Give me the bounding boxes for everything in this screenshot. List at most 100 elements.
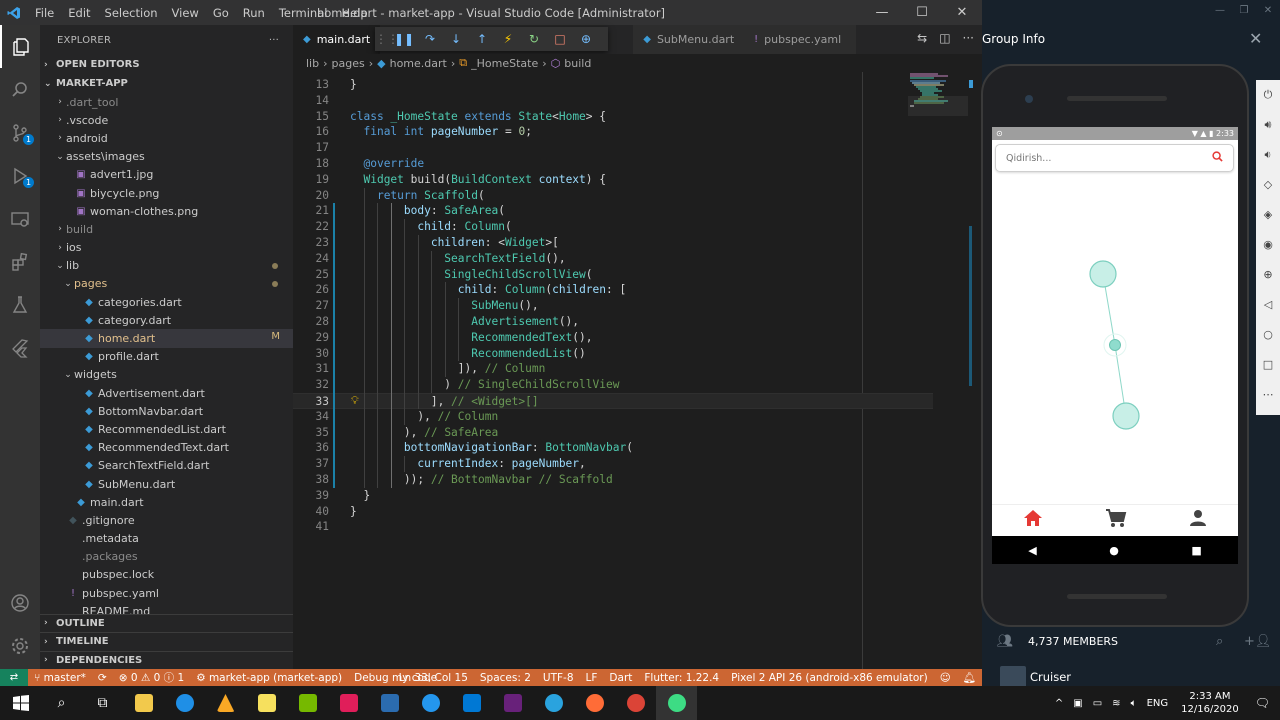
tree-file[interactable]: ◆ RecommendedText.dart xyxy=(40,439,293,457)
menu-file[interactable]: File xyxy=(28,6,61,20)
maximize-icon[interactable]: ☐ xyxy=(902,0,942,25)
remote-explorer-icon[interactable] xyxy=(0,197,40,240)
cursor-position[interactable]: Ln 33, Col 15 xyxy=(393,672,474,684)
tray-app-icon[interactable]: ▣ xyxy=(1068,698,1087,709)
task-view-icon[interactable]: ⧉ xyxy=(82,686,123,720)
tab-submenu-dart[interactable]: ◆ SubMenu.dart xyxy=(633,25,745,54)
tree-file[interactable]: ◆ SubMenu.dart xyxy=(40,475,293,493)
warning-app-icon[interactable] xyxy=(205,686,246,720)
menu-help[interactable]: Help xyxy=(334,6,374,20)
sync-icon[interactable]: ⟳ xyxy=(92,672,113,684)
device-selector[interactable]: Pixel 2 API 26 (android-x86 emulator) xyxy=(725,672,934,684)
search-icon[interactable]: ⌕ xyxy=(1216,634,1223,649)
tree-folder[interactable]: › .dart_tool xyxy=(40,93,293,111)
tree-file[interactable]: ◆ profile.dart xyxy=(40,348,293,366)
project-section[interactable]: ⌄ MARKET-APP xyxy=(40,74,293,93)
tab-pubspec-yaml[interactable]: ! pubspec.yaml xyxy=(744,25,857,54)
indentation[interactable]: Spaces: 2 xyxy=(474,672,537,684)
tree-file[interactable]: ▣ biycycle.png xyxy=(40,184,293,202)
breadcrumb-item[interactable]: pages xyxy=(332,57,365,70)
back-triangle-icon[interactable]: ◀ xyxy=(1028,544,1036,557)
step-out-icon[interactable]: ↑ xyxy=(469,32,495,46)
tree-folder[interactable]: ⌄ lib xyxy=(40,257,293,275)
windows-start-icon[interactable] xyxy=(0,686,41,720)
recents-square-icon[interactable]: ■ xyxy=(1191,544,1201,557)
breadcrumb-item[interactable]: home.dart xyxy=(390,57,447,70)
stop-icon[interactable]: □ xyxy=(547,32,573,46)
tree-file[interactable]: pubspec.lock xyxy=(40,566,293,584)
telegram-icon[interactable] xyxy=(533,686,574,720)
tree-file[interactable]: .metadata xyxy=(40,530,293,548)
chrome-icon[interactable] xyxy=(615,686,656,720)
zoom-icon[interactable]: ⊕ xyxy=(1256,260,1280,290)
source-control-icon[interactable]: 1 xyxy=(0,111,40,154)
sticky-notes-icon[interactable] xyxy=(246,686,287,720)
nvidia-icon[interactable] xyxy=(287,686,328,720)
volume-down-icon[interactable]: 🔉︎ xyxy=(1256,140,1280,170)
run-debug-icon[interactable]: 1 xyxy=(0,154,40,197)
remote-indicator-icon[interactable]: ⇄ xyxy=(0,669,28,686)
more-icon[interactable]: ··· xyxy=(963,31,974,45)
problems-indicator[interactable]: ⊗ 0 ⚠ 0 ⓘ 1 xyxy=(113,670,190,685)
notifications-bell-icon[interactable]: 🔔︎ xyxy=(957,671,982,684)
drag-handle-icon[interactable]: ⋮⋮ xyxy=(375,32,399,46)
notification-center-icon[interactable]: 🗨︎ xyxy=(1251,696,1280,710)
outline-section[interactable]: › OUTLINE xyxy=(40,613,293,633)
tree-file[interactable]: ◆ main.dart xyxy=(40,493,293,511)
battery-icon[interactable]: ▭ xyxy=(1088,698,1107,709)
cart-icon[interactable] xyxy=(1105,508,1127,533)
more-actions-icon[interactable]: ··· xyxy=(269,35,279,46)
breadcrumb-item[interactable]: lib xyxy=(306,57,319,70)
line-ending[interactable]: LF xyxy=(580,672,604,684)
dependencies-section[interactable]: › DEPENDENCIES xyxy=(40,650,293,670)
edge-browser-icon[interactable] xyxy=(164,686,205,720)
close-icon[interactable]: ✕ xyxy=(942,0,982,25)
tree-file[interactable]: ◆ home.dart M xyxy=(40,329,293,348)
tree-folder[interactable]: › build xyxy=(40,220,293,238)
inspect-widget-icon[interactable]: ⊕ xyxy=(573,32,599,46)
devtools-icon[interactable] xyxy=(369,686,410,720)
code-editor[interactable]: 13} 14 15 class _HomeState extends State<Ho… xyxy=(293,72,982,669)
tree-folder[interactable]: › ios xyxy=(40,239,293,257)
flutter-project[interactable]: ⚙ market-app (market-app) xyxy=(190,672,348,684)
vscode-icon[interactable] xyxy=(451,686,492,720)
power-icon[interactable]: ⏻ xyxy=(1256,80,1280,110)
menu-selection[interactable]: Selection xyxy=(98,6,165,20)
testing-flask-icon[interactable] xyxy=(0,283,40,326)
tree-file[interactable]: ◆ .gitignore xyxy=(40,511,293,529)
home-icon[interactable]: ○ xyxy=(1256,320,1280,350)
minimize-icon[interactable]: — xyxy=(1208,0,1232,20)
docker-icon[interactable] xyxy=(410,686,451,720)
menu-view[interactable]: View xyxy=(165,6,206,20)
breadcrumb-item[interactable]: _HomeState xyxy=(471,57,538,70)
hot-reload-icon[interactable]: ⚡ xyxy=(495,32,521,46)
flutter-version[interactable]: Flutter: 1.22.4 xyxy=(638,672,725,684)
step-into-icon[interactable]: ↓ xyxy=(443,32,469,46)
open-editors-section[interactable]: › OPEN EDITORS xyxy=(40,55,293,74)
tree-folder[interactable]: ⌄ assets\images xyxy=(40,148,293,166)
tree-file[interactable]: ▣ woman-clothes.png xyxy=(40,202,293,220)
home-circle-icon[interactable]: ● xyxy=(1109,544,1119,557)
tree-file[interactable]: ◆ category.dart xyxy=(40,311,293,329)
tree-file[interactable]: .packages xyxy=(40,548,293,566)
close-panel-icon[interactable]: ✕ xyxy=(1249,29,1262,48)
tray-chevron-icon[interactable]: ^ xyxy=(1050,698,1068,709)
back-icon[interactable]: ◁ xyxy=(1256,290,1280,320)
more-icon[interactable]: ⋯ xyxy=(1256,380,1280,410)
postman-icon[interactable] xyxy=(574,686,615,720)
tree-file[interactable]: ◆ RecommendedList.dart xyxy=(40,420,293,438)
tree-file[interactable]: ▣ advert1.jpg xyxy=(40,166,293,184)
flutter-icon[interactable] xyxy=(0,326,40,369)
language-indicator[interactable]: ENG xyxy=(1142,698,1174,709)
settings-gear-icon[interactable] xyxy=(0,624,40,667)
tree-folder[interactable]: › .vscode xyxy=(40,111,293,129)
tab-main-dart[interactable]: ◆ main.dart xyxy=(293,25,381,54)
rotate-right-icon[interactable]: ◈ xyxy=(1256,200,1280,230)
tree-file[interactable]: ◆ SearchTextField.dart xyxy=(40,457,293,475)
wifi-icon[interactable]: ≋ xyxy=(1107,698,1125,709)
overview-icon[interactable]: □ xyxy=(1256,350,1280,380)
visual-studio-icon[interactable] xyxy=(492,686,533,720)
search-icon[interactable]: ⌕ xyxy=(41,686,82,720)
menu-terminal[interactable]: Terminal xyxy=(272,6,335,20)
breadcrumb-item[interactable]: build xyxy=(564,57,591,70)
